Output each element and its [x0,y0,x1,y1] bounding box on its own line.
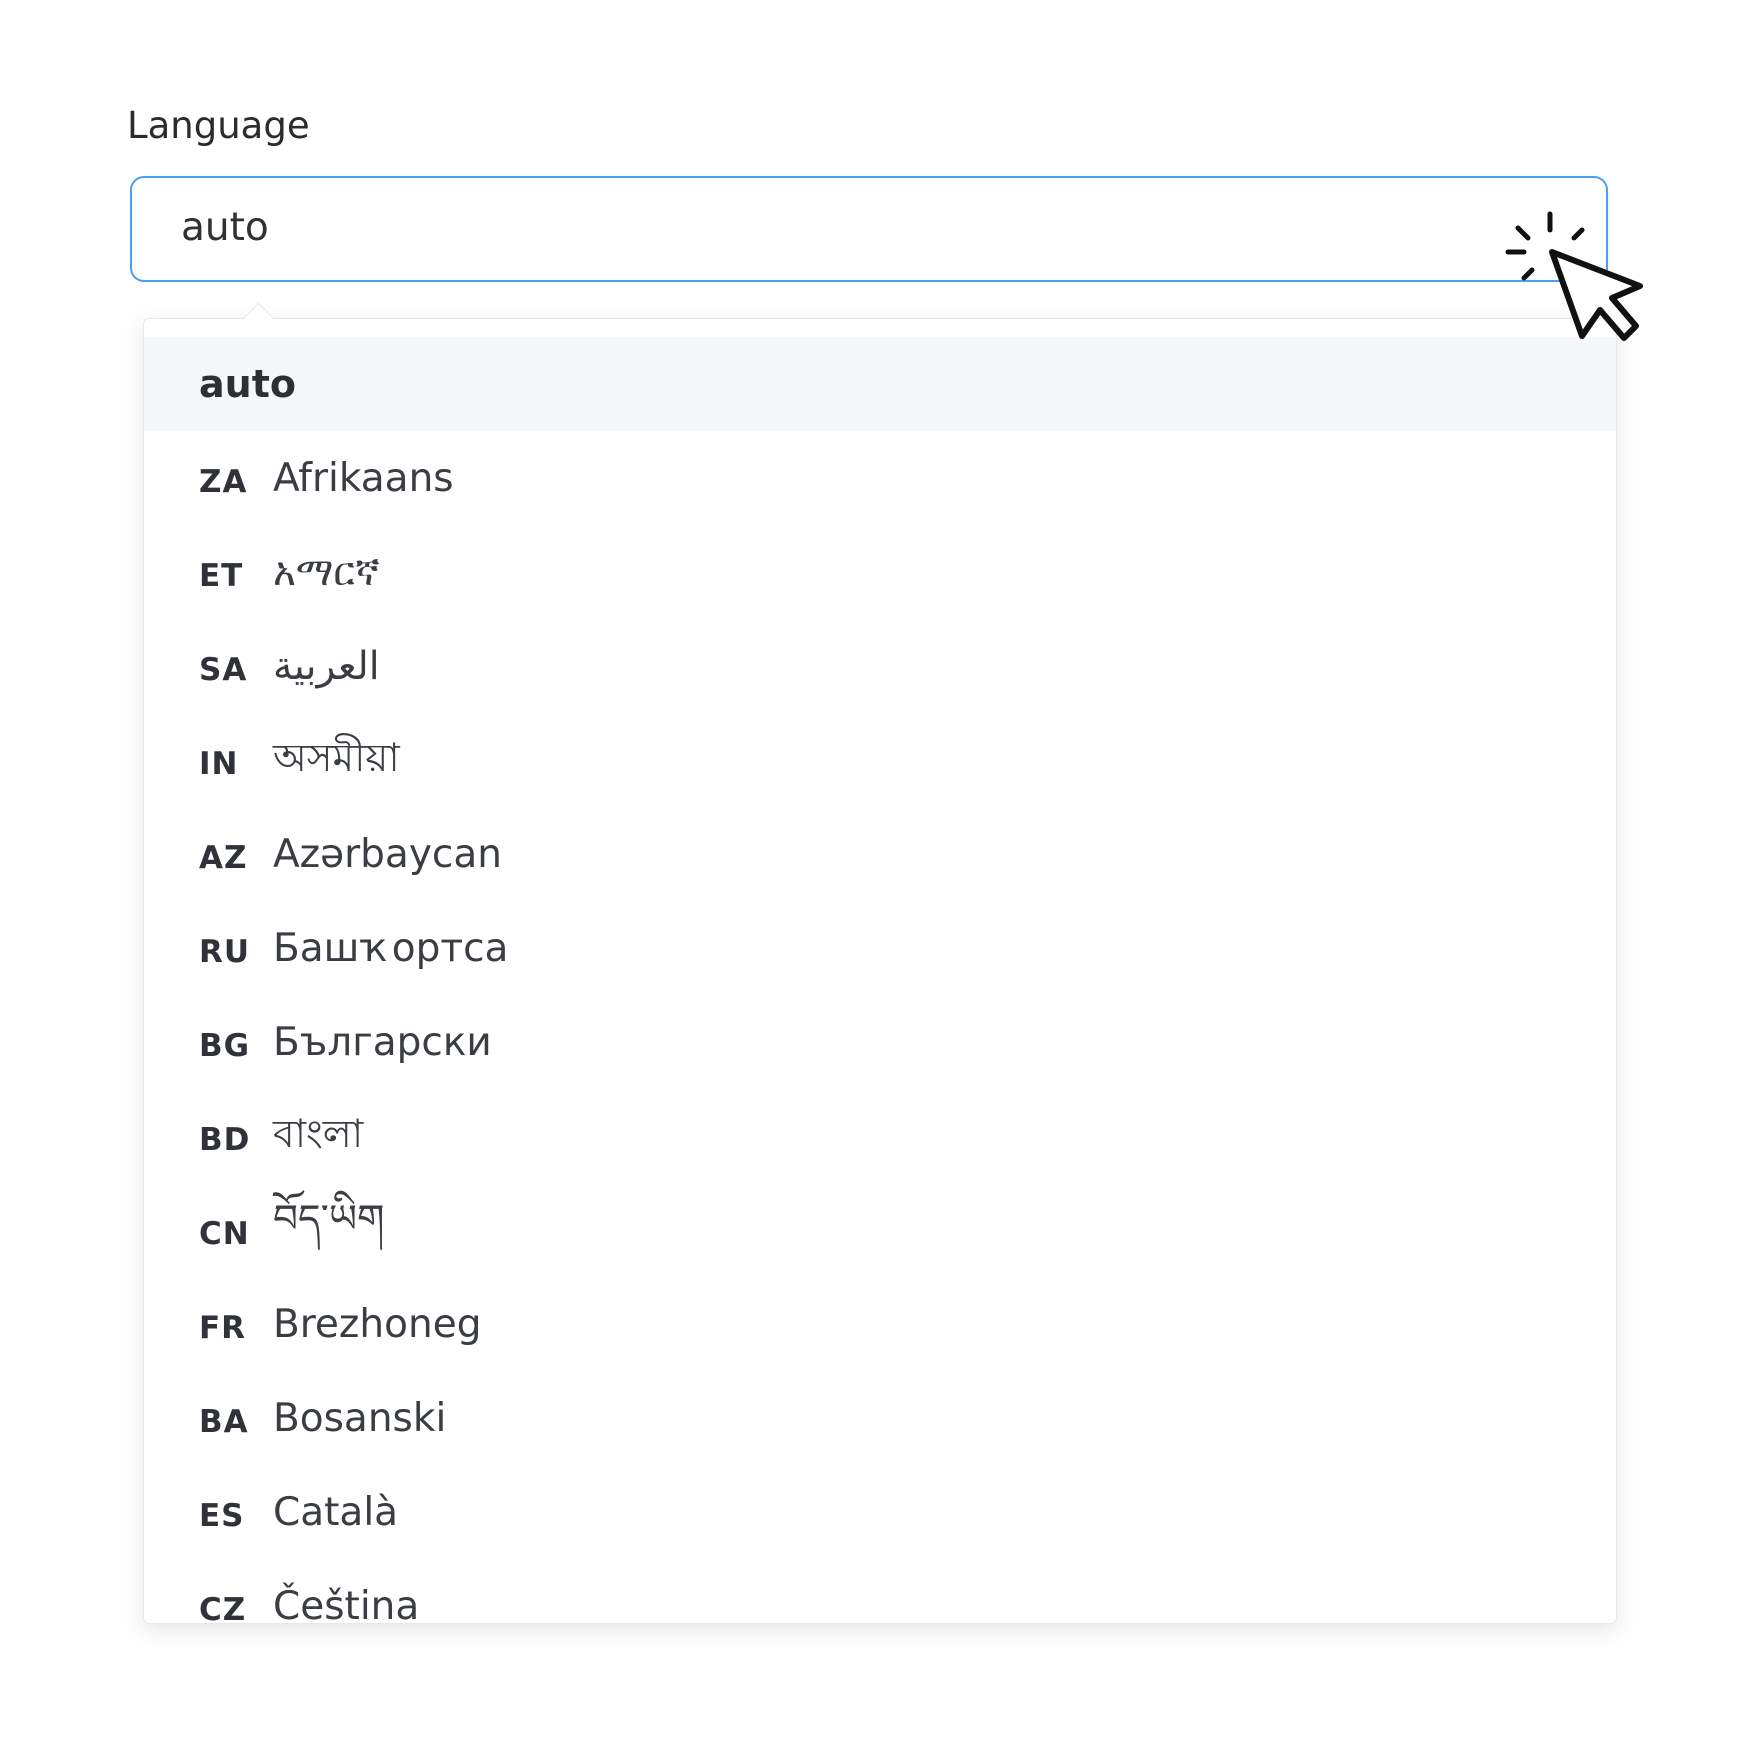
option-label: Brezhoneg [273,1301,482,1347]
option-label: བོད་ཡིག [273,1197,385,1242]
option-label: العربية [273,643,380,689]
option-bashkir[interactable]: RU Башҡортса [144,901,1616,995]
option-country-code: BD [199,1122,251,1158]
option-country-code: CN [199,1216,250,1252]
option-bulgarian[interactable]: BG Български [144,995,1616,1089]
option-bosnian[interactable]: BA Bosanski [144,1371,1616,1465]
language-label: Language [127,104,310,147]
option-amharic[interactable]: ET አማርኛ [144,525,1616,619]
option-tibetan[interactable]: CN བོད་ཡིག [144,1183,1616,1277]
option-country-code: ET [199,558,244,594]
option-catalan[interactable]: ES Català [144,1465,1616,1559]
option-country-code: FR [199,1310,247,1346]
option-azerbaijani[interactable]: AZ Azərbaycan [144,807,1616,901]
option-country-code: ZA [199,464,248,500]
click-cursor-icon [1505,211,1643,341]
option-label: Bosanski [273,1395,447,1441]
option-label: Башҡортса [273,925,509,971]
option-breton[interactable]: FR Brezhoneg [144,1277,1616,1371]
option-country-code: CZ [199,1592,247,1624]
option-bengali[interactable]: BD বাংলা [144,1089,1616,1183]
option-country-code: ES [199,1498,245,1534]
option-country-code: RU [199,934,251,970]
option-country-code: IN [199,746,239,782]
option-label: Azərbaycan [273,831,502,877]
language-select[interactable]: auto [130,176,1608,282]
option-country-code: AZ [199,840,248,876]
option-czech[interactable]: CZ Čeština [144,1559,1616,1624]
option-country-code: SA [199,652,248,688]
option-label: auto [199,362,296,406]
option-assamese[interactable]: IN অসমীয়া [144,713,1616,807]
option-label: አማርኛ [273,549,380,595]
option-country-code: BA [199,1404,249,1440]
option-label: Български [273,1019,492,1065]
language-option-list: auto ZA Afrikaans ET አማርኛ SA العربية IN … [144,337,1616,1624]
language-select-value: auto [181,205,269,250]
option-label: Català [273,1489,399,1535]
language-dropdown[interactable]: auto ZA Afrikaans ET አማርኛ SA العربية IN … [143,318,1617,1624]
option-label: Afrikaans [273,455,454,501]
option-afrikaans[interactable]: ZA Afrikaans [144,431,1616,525]
option-auto[interactable]: auto [144,337,1616,431]
option-label: অসমীয়া [273,735,400,781]
option-country-code: BG [199,1028,251,1064]
option-arabic[interactable]: SA العربية [144,619,1616,713]
option-label: বাংলা [273,1111,364,1157]
option-label: Čeština [273,1583,420,1624]
